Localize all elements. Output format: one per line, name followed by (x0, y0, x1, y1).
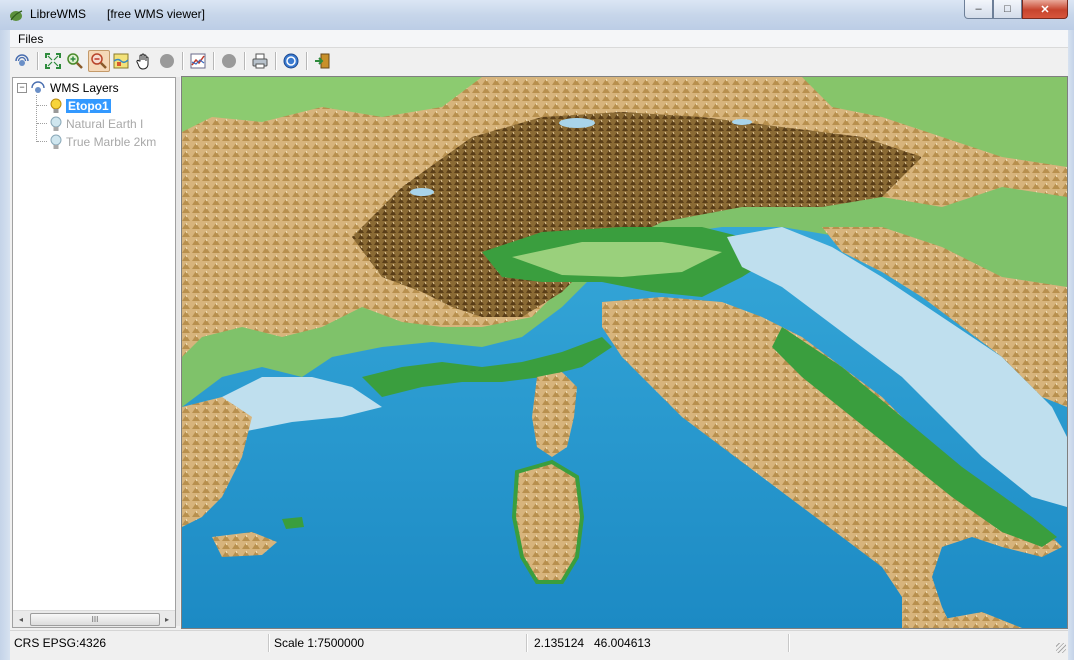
resize-grip-icon[interactable] (1056, 643, 1066, 653)
maximize-icon: □ (1004, 3, 1011, 15)
toolbar-separator (213, 52, 215, 70)
pan-button[interactable] (134, 51, 154, 71)
stop-circle-icon (160, 54, 174, 68)
relief-map-image (182, 77, 1067, 628)
bulb-off-icon (50, 134, 62, 149)
stop-button[interactable] (157, 51, 177, 71)
latitude-readout: 46.004613 (594, 636, 651, 650)
menu-bar: Files (10, 30, 1068, 48)
help-icon (283, 53, 299, 69)
print-button[interactable] (250, 51, 270, 71)
tree-root-label: WMS Layers (50, 80, 119, 95)
toolbar-separator (182, 52, 184, 70)
toolbar-separator (275, 52, 277, 70)
minimize-icon: – (975, 3, 982, 15)
status-divider (268, 634, 270, 652)
zoom-in-button[interactable] (65, 51, 85, 71)
status-divider (788, 634, 790, 652)
bulb-off-icon (50, 116, 62, 131)
menu-files[interactable]: Files (18, 32, 43, 46)
wms-connect-icon (15, 54, 29, 66)
stop-circle-icon (222, 54, 236, 68)
toolbar (10, 48, 1068, 74)
crs-readout: CRS EPSG:4326 (14, 636, 107, 650)
window-frame-right (1068, 30, 1074, 660)
zoom-out-button[interactable] (88, 50, 110, 72)
toolbar-separator (306, 52, 308, 70)
tree-root-wms-layers[interactable]: − WMS Layers (17, 79, 119, 96)
exit-door-icon (315, 53, 330, 69)
toolbar-separator (37, 52, 39, 70)
bulb-on-icon (50, 98, 62, 113)
printer-icon (252, 53, 268, 69)
title-bar: LibreWMS [free WMS viewer] – □ ✕ (0, 0, 1074, 31)
map-layer-icon (113, 53, 129, 69)
window-subtitle: [free WMS viewer] (107, 7, 206, 21)
tree-guide-line (36, 95, 37, 142)
map-view[interactable] (181, 76, 1068, 629)
panel-splitter[interactable] (176, 77, 180, 626)
scroll-thumb[interactable]: III (30, 613, 160, 626)
zoom-out-icon (91, 53, 107, 69)
stop-button-2[interactable] (219, 51, 239, 71)
tree-guide-line (37, 141, 47, 142)
maximize-button[interactable]: □ (993, 0, 1022, 19)
tree-horizontal-scrollbar[interactable]: ◂ III ▸ (13, 610, 175, 627)
layer-label: True Marble 2km (66, 134, 157, 149)
toolbar-separator (244, 52, 246, 70)
scroll-left-icon[interactable]: ◂ (13, 611, 29, 627)
longitude-readout: 2.135124 (534, 636, 585, 650)
tree-layer-true-marble[interactable]: True Marble 2km (49, 133, 156, 150)
tree-guide-line (37, 105, 47, 106)
status-bar: CRS EPSG:4326 Scale 1:7500000 2.135124 4… (10, 630, 1068, 655)
full-extent-icon (45, 53, 61, 69)
layer-tree-panel: − WMS Layers Etopo1 Natural Earth I True… (12, 77, 176, 628)
scroll-right-icon[interactable]: ▸ (159, 611, 175, 627)
app-leaf-icon (10, 10, 23, 21)
hand-icon (136, 53, 149, 70)
zoom-layer-button[interactable] (111, 51, 131, 71)
minimize-button[interactable]: – (964, 0, 993, 19)
zoom-in-icon (67, 53, 83, 69)
scale-readout: Scale 1:7500000 (274, 636, 365, 650)
chart-map-icon (190, 53, 206, 69)
close-button[interactable]: ✕ (1022, 0, 1068, 19)
status-divider (526, 634, 528, 652)
map-style-button[interactable] (188, 51, 208, 71)
close-icon: ✕ (1040, 3, 1050, 16)
layer-label: Etopo1 (66, 98, 111, 113)
tree-layer-natural-earth[interactable]: Natural Earth I (49, 115, 143, 132)
zoom-full-extent-button[interactable] (43, 51, 63, 71)
tree-layer-etopo1[interactable]: Etopo1 (49, 97, 111, 114)
app-title: LibreWMS (30, 7, 87, 21)
wms-layers-icon (31, 80, 45, 93)
window-frame-left (0, 30, 10, 660)
layer-label: Natural Earth I (66, 116, 144, 131)
wms-connect-button[interactable] (12, 51, 32, 71)
tree-guide-line (37, 123, 47, 124)
help-button[interactable] (281, 51, 301, 71)
collapse-toggle[interactable]: − (17, 82, 27, 93)
exit-button[interactable] (312, 51, 332, 71)
